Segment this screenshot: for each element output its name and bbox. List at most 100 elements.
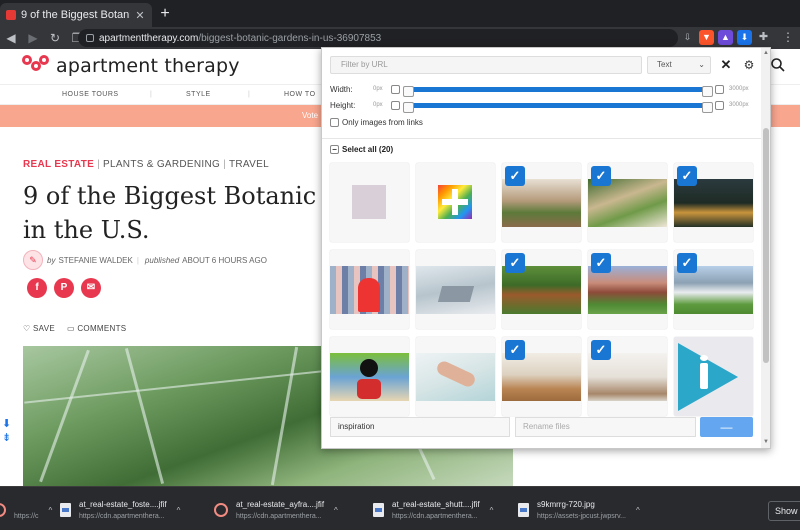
nav-divider: |	[150, 91, 153, 98]
image-thumbnail[interactable]: ✓	[502, 337, 581, 416]
image-thumbnail[interactable]	[330, 250, 409, 329]
download-item[interactable]: at_real-estate_shutt....jfif https://cdn…	[373, 495, 493, 525]
width-max-handle[interactable]	[702, 86, 713, 97]
height-min-value: 0px	[373, 102, 383, 108]
back-button[interactable]: ◀	[0, 27, 22, 49]
image-thumbnail[interactable]	[416, 163, 495, 242]
checkmark-icon[interactable]: ✓	[505, 340, 525, 360]
published-time: ABOUT 6 HOURS AGO	[182, 255, 267, 265]
chevron-up-icon[interactable]: ^	[49, 506, 53, 515]
width-max-checkbox[interactable]	[715, 85, 724, 94]
height-max-handle[interactable]	[702, 102, 713, 113]
checkmark-icon[interactable]: ✓	[505, 166, 525, 186]
select-all-option[interactable]: − Select all (20)	[330, 145, 393, 154]
show-all-button[interactable]: Show a	[768, 501, 800, 521]
email-share-icon[interactable]: ✉	[81, 278, 101, 298]
address-bar[interactable]: apartmenttherapy.com /biggest-botanic-ga…	[78, 29, 678, 47]
image-thumbnail[interactable]	[674, 337, 753, 416]
scroll-down-icon[interactable]: ▼	[763, 439, 769, 445]
chevron-up-icon[interactable]: ^	[334, 506, 338, 515]
checkmark-icon[interactable]: ✓	[591, 253, 611, 273]
checkmark-icon[interactable]: ✓	[591, 166, 611, 186]
width-min-handle[interactable]	[403, 86, 414, 97]
image-downloader-icon[interactable]: ⬇	[737, 30, 752, 45]
url-filter-input[interactable]: Filter by URL	[330, 56, 642, 74]
nav-item-house-tours[interactable]: HOUSE TOURS	[62, 91, 119, 98]
image-thumbnail[interactable]	[416, 337, 495, 416]
tab-active[interactable]: 9 of the Biggest Botanic Gardens ✕	[0, 3, 152, 27]
chevron-up-icon[interactable]: ^	[636, 506, 640, 515]
filter-mode-select[interactable]: Text ⌄	[647, 56, 711, 74]
height-slider[interactable]	[403, 102, 713, 113]
site-logo[interactable]: apartment therapy	[22, 55, 240, 77]
save-button[interactable]: ♡ SAVE	[23, 324, 55, 333]
download-folder-input[interactable]: inspiration	[330, 417, 510, 437]
brave-shield-icon[interactable]: ▼	[699, 30, 714, 45]
nav-item-how-to[interactable]: HOW TO	[284, 91, 316, 98]
browser-window: 9 of the Biggest Botanic Gardens ✕ + ◀ ▶…	[0, 0, 800, 530]
popup-scrollbar[interactable]: ▲ ▼	[761, 48, 770, 448]
checkmark-icon[interactable]: ✓	[591, 340, 611, 360]
image-thumbnail[interactable]	[416, 250, 495, 329]
only-links-option[interactable]: Only images from links	[330, 118, 423, 127]
extensions-puzzle-icon[interactable]: ✚	[756, 30, 771, 45]
image-thumbnail[interactable]: ✓	[502, 250, 581, 329]
height-label: Height:	[330, 101, 356, 110]
width-min-checkbox[interactable]	[391, 85, 400, 94]
height-min-handle[interactable]	[403, 102, 414, 113]
browser-menu-icon[interactable]: ⋮	[782, 30, 794, 44]
image-thumbnail[interactable]: ✓	[588, 337, 667, 416]
chevron-up-icon[interactable]: ^	[177, 506, 181, 515]
select-all-checkbox[interactable]: −	[330, 145, 339, 154]
nav-divider: |	[248, 91, 251, 98]
download-item[interactable]: s9kmrrg-720.jpg https://assets-jpcust.jw…	[518, 495, 640, 525]
download-button[interactable]: —	[700, 417, 753, 437]
only-links-checkbox[interactable]	[330, 118, 339, 127]
checkmark-icon[interactable]: ✓	[677, 253, 697, 273]
image-thumbnail[interactable]	[330, 163, 409, 242]
width-slider[interactable]	[403, 86, 713, 97]
checkmark-icon[interactable]: ✓	[505, 253, 525, 273]
download-icon[interactable]: ⇩	[680, 30, 695, 45]
checkmark-icon[interactable]: ✓	[677, 166, 697, 186]
comments-button[interactable]: ▭ COMMENTS	[67, 324, 126, 333]
pinterest-share-icon[interactable]: P	[54, 278, 74, 298]
category-link[interactable]: REAL ESTATE	[23, 159, 94, 170]
tab-close-icon[interactable]: ✕	[134, 9, 146, 22]
image-thumbnail[interactable]	[330, 337, 409, 416]
height-min-checkbox[interactable]	[391, 101, 400, 110]
brave-rewards-icon[interactable]: ▲	[718, 30, 733, 45]
image-thumbnail[interactable]: ✓	[674, 163, 753, 242]
gear-icon[interactable]: ⚙	[740, 56, 758, 74]
new-tab-button[interactable]: +	[156, 5, 174, 23]
height-max-checkbox[interactable]	[715, 101, 724, 110]
forward-button[interactable]: ▶	[22, 27, 44, 49]
reload-button[interactable]: ↻	[44, 27, 66, 49]
nav-item-style[interactable]: STYLE	[186, 91, 211, 98]
tag-link-travel[interactable]: TRAVEL	[229, 159, 269, 170]
comment-icon: ▭	[66, 324, 75, 333]
author-name[interactable]: STEFANIE WALDEK	[58, 256, 132, 265]
image-thumbnail[interactable]: ✓	[502, 163, 581, 242]
download-source: https://c	[14, 513, 39, 520]
scroll-up-icon[interactable]: ▲	[763, 50, 769, 56]
download-item[interactable]: https://c ^	[0, 495, 52, 525]
scroll-arrows-icon[interactable]: ⬇ ⇟	[2, 417, 11, 445]
download-item[interactable]: at_real-estate_ayfra....jfif https://cdn…	[214, 495, 338, 525]
image-thumbnail[interactable]: ✓	[588, 250, 667, 329]
image-thumbnail[interactable]: ✓	[674, 250, 753, 329]
clear-filter-icon[interactable]: ✕	[717, 56, 735, 74]
width-label: Width:	[330, 85, 353, 94]
tag-link-plants[interactable]: PLANTS & GARDENING	[103, 159, 220, 170]
search-icon[interactable]	[770, 57, 790, 77]
facebook-share-icon[interactable]: f	[27, 278, 47, 298]
rename-files-input[interactable]: Rename files	[515, 417, 696, 437]
height-filter: Height: 0px 3000px	[330, 100, 762, 113]
download-item[interactable]: at_real-estate_foste....jfif https://cdn…	[60, 495, 180, 525]
article-title: 9 of the Biggest Botanic G in the U.S.	[23, 179, 323, 247]
scrollbar-thumb[interactable]	[763, 128, 769, 363]
chevron-up-icon[interactable]: ^	[490, 506, 494, 515]
article-title-line: in the U.S.	[23, 216, 150, 244]
article-actions: ♡ SAVE ▭ COMMENTS	[23, 324, 126, 333]
image-thumbnail[interactable]: ✓	[588, 163, 667, 242]
